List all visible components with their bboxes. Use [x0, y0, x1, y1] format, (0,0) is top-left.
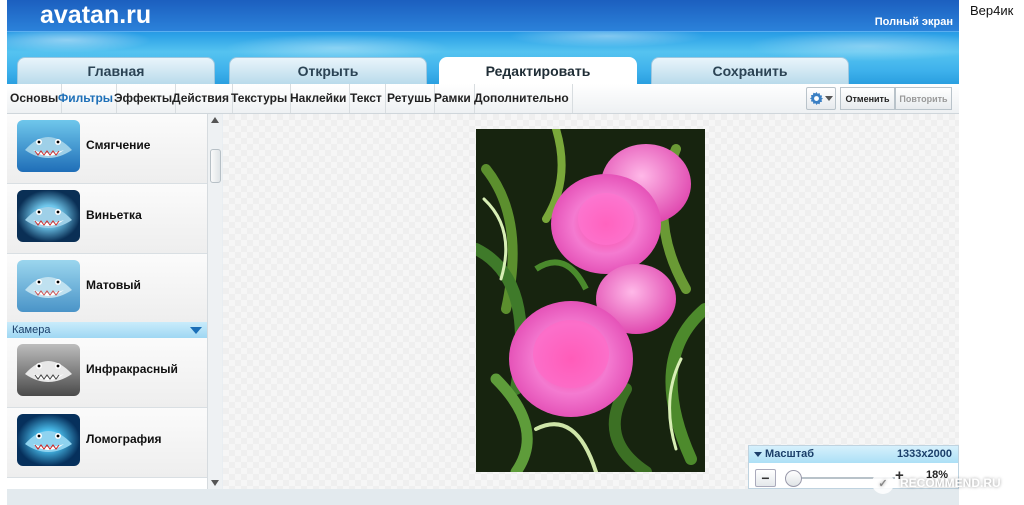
menu-text[interactable]: Текст — [347, 84, 386, 113]
scroll-down-arrow-icon[interactable] — [211, 480, 219, 486]
logo[interactable]: avatan.ru — [40, 1, 151, 30]
filter-label: Матовый — [86, 278, 141, 292]
tab-open[interactable]: Открыть — [229, 57, 427, 84]
shark-thumbnail — [17, 260, 80, 312]
author-label: Вер4ик — [970, 3, 1014, 18]
shark-thumbnail — [17, 414, 80, 466]
settings-button[interactable] — [806, 87, 836, 110]
filter-label: Виньетка — [86, 208, 142, 222]
filter-label: Инфракрасный — [86, 362, 178, 376]
filter-item-vignette[interactable]: Виньетка — [7, 184, 207, 254]
shark-thumbnail — [17, 344, 80, 396]
header: avatan.ru Полный экран Главная Открыть Р… — [7, 0, 959, 84]
menu-stickers[interactable]: Наклейки — [287, 84, 351, 113]
zoom-out-button[interactable]: − — [755, 469, 776, 487]
filter-label: Смягчение — [86, 138, 151, 152]
tab-home[interactable]: Главная — [17, 57, 215, 84]
filters-panel: Смягчение Виньетка Матовый Камера Инфрак… — [7, 114, 207, 489]
minus-icon: − — [761, 470, 770, 486]
menu-more[interactable]: Дополнительно — [471, 84, 573, 113]
top-bar: avatan.ru Полный экран — [7, 0, 959, 32]
chevron-down-icon — [190, 327, 202, 334]
category-header-camera[interactable]: Камера — [7, 322, 207, 338]
fullscreen-link[interactable]: Полный экран — [875, 16, 953, 28]
undo-button[interactable]: Отменить — [840, 87, 895, 110]
menu-retouch[interactable]: Ретушь — [384, 84, 436, 113]
menu-actions[interactable]: Действия — [169, 84, 234, 113]
bottom-bar — [7, 489, 959, 505]
shark-thumbnail — [17, 120, 80, 172]
filters-scrollbar[interactable] — [207, 114, 222, 489]
watermark: ✓ RECOMMEND.RU — [872, 468, 1022, 498]
filter-item-matte[interactable]: Матовый — [7, 254, 207, 324]
filter-item-softening[interactable]: Смягчение — [7, 114, 207, 184]
zoom-slider-handle[interactable] — [785, 470, 802, 487]
filter-item-infrared[interactable]: Инфракрасный — [7, 338, 207, 408]
menu-frames[interactable]: Рамки — [431, 84, 475, 113]
gear-icon — [809, 92, 823, 105]
tab-save[interactable]: Сохранить — [651, 57, 849, 84]
toolbar: Основы Фильтры Эффекты Действия Текстуры… — [7, 84, 959, 114]
redo-button[interactable]: Повторить — [895, 87, 952, 110]
filter-item-lomography[interactable]: Ломография — [7, 408, 207, 478]
category-label: Камера — [12, 324, 51, 336]
zoom-header[interactable]: Масштаб 1333x2000 — [749, 446, 958, 463]
menu-textures[interactable]: Текстуры — [228, 84, 292, 113]
menu-filters[interactable]: Фильтры — [55, 84, 118, 113]
menu-basics[interactable]: Основы — [7, 84, 63, 113]
shark-thumbnail — [17, 190, 80, 242]
filter-label: Ломография — [86, 432, 162, 446]
watermark-text: RECOMMEND.RU — [900, 476, 1001, 490]
chevron-down-icon — [824, 95, 833, 101]
scroll-up-arrow-icon[interactable] — [211, 117, 219, 123]
recommend-logo-icon: ✓ — [872, 472, 894, 494]
image-size-readout: 1333x2000 — [896, 448, 952, 460]
tab-edit[interactable]: Редактировать — [439, 57, 637, 84]
scrollbar-thumb[interactable] — [210, 149, 221, 183]
chevron-down-icon — [754, 452, 762, 457]
menu-effects[interactable]: Эффекты — [111, 84, 177, 113]
edited-photo[interactable] — [476, 129, 705, 472]
zoom-title: Масштаб — [765, 448, 815, 460]
